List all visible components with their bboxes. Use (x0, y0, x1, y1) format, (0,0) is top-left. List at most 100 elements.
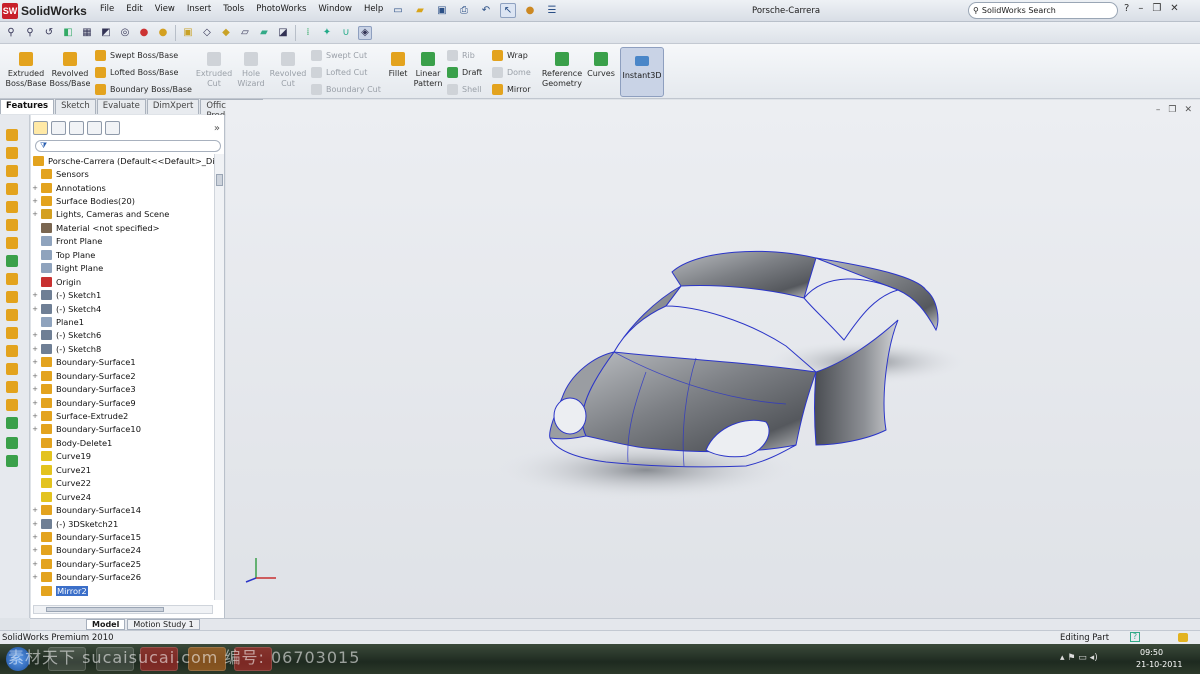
help-icon[interactable]: ? (1124, 3, 1129, 14)
tree-item[interactable]: + (-) Sketch6 (31, 329, 214, 342)
split-side-icon[interactable] (6, 399, 18, 411)
linear-pattern-button[interactable]: Linear Pattern (407, 50, 449, 89)
pattern-icon[interactable]: ⁞ (301, 26, 315, 40)
tree-item[interactable]: + Boundary-Surface3 (31, 382, 214, 395)
tree-item[interactable]: + Surface-Extrude2 (31, 409, 214, 422)
surface-icon[interactable]: ◆ (219, 26, 233, 40)
expand-toggle-icon[interactable]: + (31, 184, 39, 192)
expand-toggle-icon[interactable]: + (31, 305, 39, 313)
search-box[interactable]: ⚲ SolidWorks Search (968, 2, 1118, 19)
appearance-icon[interactable]: ● (137, 26, 151, 40)
tree-item[interactable]: + Boundary-Surface2 (31, 369, 214, 382)
tab-motion-study-1[interactable]: Motion Study 1 (127, 619, 200, 630)
expand-toggle-icon[interactable]: + (31, 385, 39, 393)
menu-tools[interactable]: Tools (223, 4, 244, 14)
rib-side-icon[interactable] (6, 291, 18, 303)
instant3d-toggle-icon[interactable]: ◈ (358, 25, 372, 40)
expand-panel-icon[interactable]: » (214, 123, 220, 134)
menu-view[interactable]: View (155, 4, 175, 14)
save-icon[interactable]: ▣ (434, 3, 450, 18)
tree-item[interactable]: + Boundary-Surface14 (31, 503, 214, 516)
configuration-manager-tab-icon[interactable] (69, 121, 84, 135)
extruded-boss-button[interactable]: Extruded Boss/Base (4, 50, 48, 89)
pattern-side-icon[interactable] (6, 363, 18, 375)
minimize-icon[interactable]: – (1138, 3, 1143, 14)
expand-toggle-icon[interactable]: + (31, 197, 39, 205)
menu-photoworks[interactable]: PhotoWorks (256, 4, 306, 14)
expand-toggle-icon[interactable]: + (31, 372, 39, 380)
tree-item[interactable]: Plane1 (31, 315, 214, 328)
tree-item[interactable]: Curve21 (31, 463, 214, 476)
tab-evaluate[interactable]: Evaluate (96, 99, 146, 114)
extrude-icon[interactable] (6, 129, 18, 141)
tree-item[interactable]: Curve24 (31, 490, 214, 503)
tree-item[interactable]: Top Plane (31, 248, 214, 261)
curve-side-icon[interactable] (6, 455, 18, 467)
wrap-button[interactable]: Wrap (492, 50, 528, 61)
tree-item[interactable]: Curve22 (31, 477, 214, 490)
tree-item[interactable]: + Surface Bodies(20) (31, 194, 214, 207)
tree-item[interactable]: + (-) Sketch4 (31, 302, 214, 315)
loft-icon[interactable] (6, 183, 18, 195)
vp-minimize-icon[interactable]: – (1156, 105, 1161, 115)
zoom-area-icon[interactable]: ⚲ (23, 26, 37, 40)
graphics-area[interactable]: – ❐ ✕ (226, 100, 1200, 618)
tree-item[interactable]: + (-) Sketch8 (31, 342, 214, 355)
tree-item[interactable]: + Boundary-Surface24 (31, 544, 214, 557)
tree-item[interactable]: Sensors (31, 167, 214, 180)
expand-toggle-icon[interactable]: + (31, 331, 39, 339)
zoom-to-fit-icon[interactable]: ⚲ (4, 26, 18, 40)
revolved-boss-button[interactable]: Revolved Boss/Base (48, 50, 92, 89)
menu-edit[interactable]: Edit (126, 4, 142, 14)
expand-toggle-icon[interactable]: + (31, 546, 39, 554)
expand-toggle-icon[interactable]: + (31, 345, 39, 353)
swept-cut-button[interactable]: Swept Cut (311, 50, 367, 61)
tree-item[interactable]: Front Plane (31, 235, 214, 248)
combine-side-icon[interactable] (6, 417, 18, 429)
draft-button[interactable]: Draft (447, 67, 482, 78)
tab-features[interactable]: Features (0, 99, 55, 114)
clock-date[interactable]: 21-10-2011 (1136, 660, 1183, 669)
tree-item[interactable]: + Boundary-Surface25 (31, 557, 214, 570)
expand-toggle-icon[interactable]: + (31, 412, 39, 420)
expand-toggle-icon[interactable]: + (31, 533, 39, 541)
tree-filter-input[interactable]: ⧩ (35, 140, 221, 152)
reference-side-icon[interactable] (6, 437, 18, 449)
extrude-surface-icon[interactable]: ▰ (257, 26, 271, 40)
tree-root[interactable]: Porsche-Carrera (Default<<Default>_Dis (31, 154, 219, 167)
restore-icon[interactable]: ❐ (1152, 3, 1161, 14)
tab-model[interactable]: Model (86, 619, 126, 630)
status-tooltip-icon[interactable] (1178, 633, 1188, 642)
shell-side-icon[interactable] (6, 273, 18, 285)
tree-item[interactable]: + Boundary-Surface9 (31, 396, 214, 409)
expand-toggle-icon[interactable]: + (31, 210, 39, 218)
tree-horizontal-scrollbar[interactable] (33, 605, 213, 614)
expand-toggle-icon[interactable]: + (31, 573, 39, 581)
tree-item[interactable]: + Lights, Cameras and Scene (31, 208, 214, 221)
reference-axis-icon[interactable]: ✦ (320, 26, 334, 40)
vp-restore-icon[interactable]: ❐ (1168, 105, 1176, 115)
tree-item[interactable]: Mirror2 (31, 584, 214, 597)
previous-view-icon[interactable]: ↺ (42, 26, 56, 40)
section-view-icon[interactable]: ◧ (61, 26, 75, 40)
property-manager-tab-icon[interactable] (51, 121, 66, 135)
menu-file[interactable]: File (100, 4, 114, 14)
car-model-3d[interactable] (226, 100, 1200, 618)
revolved-cut-button[interactable]: Revolved Cut (266, 50, 310, 89)
tray-icons[interactable]: ▴ ⚑ ▭ ◂) (1060, 653, 1098, 663)
open-folder-icon[interactable]: ▰ (412, 3, 428, 18)
menu-insert[interactable]: Insert (187, 4, 211, 14)
app-logo[interactable]: SW SolidWorks (2, 2, 92, 20)
tree-item[interactable]: + (-) Sketch1 (31, 288, 214, 301)
tree-item[interactable]: + Boundary-Surface26 (31, 571, 214, 584)
boundary-cut-button[interactable]: Boundary Cut (311, 84, 381, 95)
lofted-boss-button[interactable]: Lofted Boss/Base (95, 67, 178, 78)
curve-icon[interactable]: ∪ (339, 26, 353, 40)
display-manager-tab-icon[interactable] (105, 121, 120, 135)
reference-geometry-button[interactable]: Reference Geometry (540, 50, 584, 89)
tree-item[interactable]: Right Plane (31, 262, 214, 275)
new-document-icon[interactable]: ▭ (390, 3, 406, 18)
scroll-thumb[interactable] (216, 174, 223, 186)
fillet-side-icon[interactable] (6, 219, 18, 231)
expand-toggle-icon[interactable]: + (31, 560, 39, 568)
